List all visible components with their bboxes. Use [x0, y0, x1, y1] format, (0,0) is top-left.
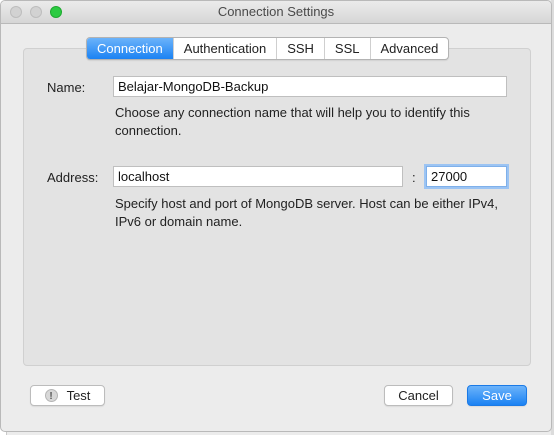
address-label: Address: — [47, 170, 99, 185]
test-button[interactable]: Test — [30, 385, 105, 406]
test-button-label: Test — [66, 388, 91, 403]
window-title: Connection Settings — [217, 4, 335, 19]
host-field[interactable]: localhost — [113, 166, 403, 187]
tab-ssh[interactable]: SSH — [277, 38, 325, 59]
tab-bar: Connection Authentication SSH SSL Advanc… — [86, 37, 450, 60]
name-label: Name: — [47, 80, 86, 95]
save-button[interactable]: Save — [467, 385, 527, 406]
cancel-button[interactable]: Cancel — [384, 385, 453, 406]
title-bar: Connection Settings — [1, 1, 551, 24]
tab-connection[interactable]: Connection — [87, 38, 174, 59]
tab-advanced[interactable]: Advanced — [371, 38, 449, 59]
address-help-text: Specify host and port of MongoDB server.… — [115, 196, 498, 229]
name-help-text: Choose any connection name that will hel… — [115, 105, 470, 138]
connection-settings-dialog: Connection Settings Connection Authentic… — [0, 0, 552, 432]
port-separator: : — [412, 170, 416, 185]
port-field[interactable]: 27000 — [426, 166, 507, 187]
tab-authentication[interactable]: Authentication — [174, 38, 278, 59]
name-field[interactable]: Belajar-MongoDB-Backup — [113, 76, 507, 97]
tab-ssl[interactable]: SSL — [325, 38, 371, 59]
warning-icon — [44, 387, 58, 406]
